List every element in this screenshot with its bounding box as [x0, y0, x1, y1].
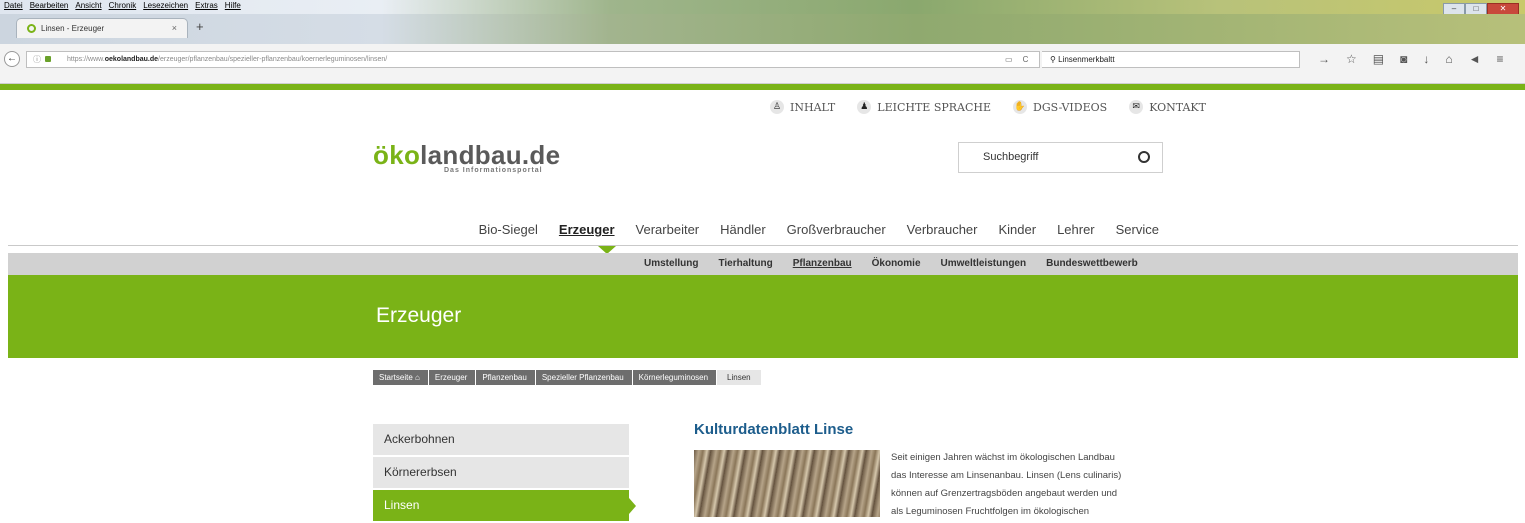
breadcrumb-startseite-label: Startseite	[379, 373, 413, 382]
breadcrumb: Startseite ⌂ Erzeuger Pflanzenbau Spezie…	[373, 370, 761, 385]
link-leichte-sprache[interactable]: ♟ LEICHTE SPRACHE	[857, 100, 991, 114]
link-inhalt[interactable]: ♙ INHALT	[770, 100, 835, 114]
sidebar-item-ackerbohnen[interactable]: Ackerbohnen	[373, 424, 629, 455]
breadcrumb-koernerleguminosen[interactable]: Körnerleguminosen	[632, 370, 717, 385]
reload-icon[interactable]: C	[1023, 52, 1029, 67]
bookmarks-list-icon[interactable]: ▤	[1373, 52, 1384, 66]
logo-text: landbau.de	[420, 140, 561, 170]
subnav-bundeswettbewerb[interactable]: Bundeswettbewerb	[1046, 258, 1138, 269]
tab-title: Linsen - Erzeuger	[41, 24, 105, 33]
menu-extras[interactable]: Extras	[195, 1, 218, 10]
main-navigation: Bio-Siegel Erzeuger Verarbeiter Händler …	[8, 218, 1518, 246]
bookmark-star-icon[interactable]: ☆	[1346, 52, 1357, 66]
breadcrumb-startseite[interactable]: Startseite ⌂	[373, 370, 428, 385]
menu-hilfe[interactable]: Hilfe	[225, 1, 241, 10]
toolbar-icons: → ☆ ▤ ◙ ↓ ⌂ ◄ ≡	[1318, 52, 1504, 66]
url-bar[interactable]: ⓘ https://www.oekolandbau.de/erzeuger/pf…	[26, 51, 1040, 68]
search-icon: ⚲	[1050, 55, 1056, 64]
menu-bar: Datei Bearbeiten Ansicht Chronik Lesezei…	[0, 0, 1525, 15]
info-icon[interactable]: ⓘ	[33, 52, 41, 67]
breadcrumb-current: Linsen	[717, 370, 761, 385]
back-arrow-icon[interactable]: ←	[4, 51, 20, 67]
nav-grossverbraucher[interactable]: Großverbraucher	[787, 222, 886, 237]
breadcrumb-spezieller-pflanzenbau[interactable]: Spezieller Pflanzenbau	[535, 370, 632, 385]
link-dgs-videos-label: DGS-VIDEOS	[1033, 100, 1108, 114]
article-line: können auf Grenzertragsböden angebaut we…	[891, 488, 1118, 499]
sitemap-icon: ♙	[770, 100, 784, 114]
sidebar-item-koernererbsen[interactable]: Körnererbsen	[373, 457, 629, 488]
nav-verbraucher[interactable]: Verbraucher	[907, 222, 978, 237]
lock-icon	[45, 56, 51, 62]
menu-datei[interactable]: Datei	[4, 1, 23, 10]
subnav-tierhaltung[interactable]: Tierhaltung	[718, 258, 772, 269]
sidebar-navigation: Ackerbohnen Körnererbsen Linsen	[373, 424, 636, 523]
logo-subtitle: Das Informationsportal	[444, 167, 543, 174]
sidebar-item-linsen[interactable]: Linsen	[373, 490, 636, 521]
link-dgs-videos[interactable]: ✋ DGS-VIDEOS	[1013, 100, 1107, 114]
menu-lesezeichen[interactable]: Lesezeichen	[143, 1, 188, 10]
browser-search-value: Linsenmerkbaltt	[1058, 55, 1115, 64]
pocket-icon[interactable]: ◙	[1400, 52, 1407, 66]
nav-kinder[interactable]: Kinder	[998, 222, 1036, 237]
hamburger-menu-icon[interactable]: ≡	[1497, 52, 1504, 66]
subnav-umweltleistungen[interactable]: Umweltleistungen	[941, 258, 1027, 269]
mail-icon: ✉	[1129, 100, 1144, 114]
menu-ansicht[interactable]: Ansicht	[75, 1, 101, 10]
sub-navigation: Umstellung Tierhaltung Pflanzenbau Ökono…	[8, 253, 1518, 275]
subnav-pflanzenbau[interactable]: Pflanzenbau	[793, 258, 852, 269]
breadcrumb-erzeuger[interactable]: Erzeuger	[428, 370, 476, 385]
home-icon: ⌂	[415, 373, 420, 382]
go-arrow-icon[interactable]: →	[1318, 52, 1330, 66]
home-icon[interactable]: ⌂	[1445, 52, 1452, 66]
link-leichte-sprache-label: LEICHTE SPRACHE	[877, 100, 992, 114]
subnav-oekonomie[interactable]: Ökonomie	[872, 258, 921, 269]
nav-erzeuger[interactable]: Erzeuger	[559, 222, 615, 237]
browser-search-input[interactable]: ⚲ Linsenmerkbaltt	[1042, 51, 1300, 68]
sign-language-icon: ✋	[1013, 100, 1028, 114]
link-kontakt[interactable]: ✉ KONTAKT	[1129, 100, 1206, 114]
download-icon[interactable]: ↓	[1423, 52, 1429, 66]
url-prefix: https://www.	[67, 56, 105, 63]
site-search-placeholder: Suchbegriff	[983, 151, 1039, 163]
logo-ko: ko	[389, 140, 421, 170]
menu-bearbeiten[interactable]: Bearbeiten	[30, 1, 69, 10]
article-line: als Leguminosen Fruchtfolgen im ökologis…	[891, 506, 1090, 517]
site-search-input[interactable]: Suchbegriff	[958, 142, 1163, 173]
menu-chronik[interactable]: Chronik	[109, 1, 137, 10]
nav-bio-siegel[interactable]: Bio-Siegel	[479, 222, 538, 237]
nav-haendler[interactable]: Händler	[720, 222, 766, 237]
tab-linsen-erzeuger[interactable]: Linsen - Erzeuger ×	[16, 18, 188, 38]
article-line: das Interesse am Linsenanbau. Linsen (Le…	[891, 470, 1122, 481]
breadcrumb-pflanzenbau[interactable]: Pflanzenbau	[476, 370, 535, 385]
search-icon[interactable]	[1138, 151, 1150, 163]
page-title: Erzeuger	[376, 304, 462, 327]
reader-view-icon[interactable]: ▭	[1005, 52, 1013, 67]
favicon-icon	[27, 24, 36, 33]
service-links: ♙ INHALT ♟ LEICHTE SPRACHE ✋ DGS-VIDEOS ✉ KO…	[770, 100, 1206, 114]
new-tab-button[interactable]: +	[196, 19, 204, 34]
logo-o: ö	[373, 140, 390, 170]
lentil-plants-image	[694, 450, 880, 517]
link-inhalt-label: INHALT	[790, 100, 836, 114]
header-accent-line	[0, 84, 1525, 90]
send-icon[interactable]: ◄	[1469, 52, 1481, 66]
article-line: Seit einigen Jahren wächst im ökologisch…	[891, 452, 1115, 463]
tab-bar: Linsen - Erzeuger × +	[0, 14, 1525, 44]
article-text: Seit einigen Jahren wächst im ökologisch…	[891, 449, 1151, 521]
easy-language-icon: ♟	[857, 100, 872, 114]
subnav-umstellung[interactable]: Umstellung	[644, 258, 698, 269]
link-kontakt-label: KONTAKT	[1149, 100, 1206, 114]
nav-service[interactable]: Service	[1116, 222, 1159, 237]
nav-lehrer[interactable]: Lehrer	[1057, 222, 1095, 237]
tab-close-icon[interactable]: ×	[172, 19, 177, 38]
navigation-toolbar: ← ⓘ https://www.oekolandbau.de/erzeuger/…	[0, 44, 1525, 84]
url-path: /erzeuger/pflanzenbau/spezieller-pflanze…	[158, 56, 388, 63]
url-domain: oekolandbau.de	[104, 56, 159, 63]
article-title: Kulturdatenblatt Linse	[694, 421, 854, 438]
section-banner: Erzeuger	[8, 275, 1518, 358]
nav-verarbeiter[interactable]: Verarbeiter	[636, 222, 700, 237]
